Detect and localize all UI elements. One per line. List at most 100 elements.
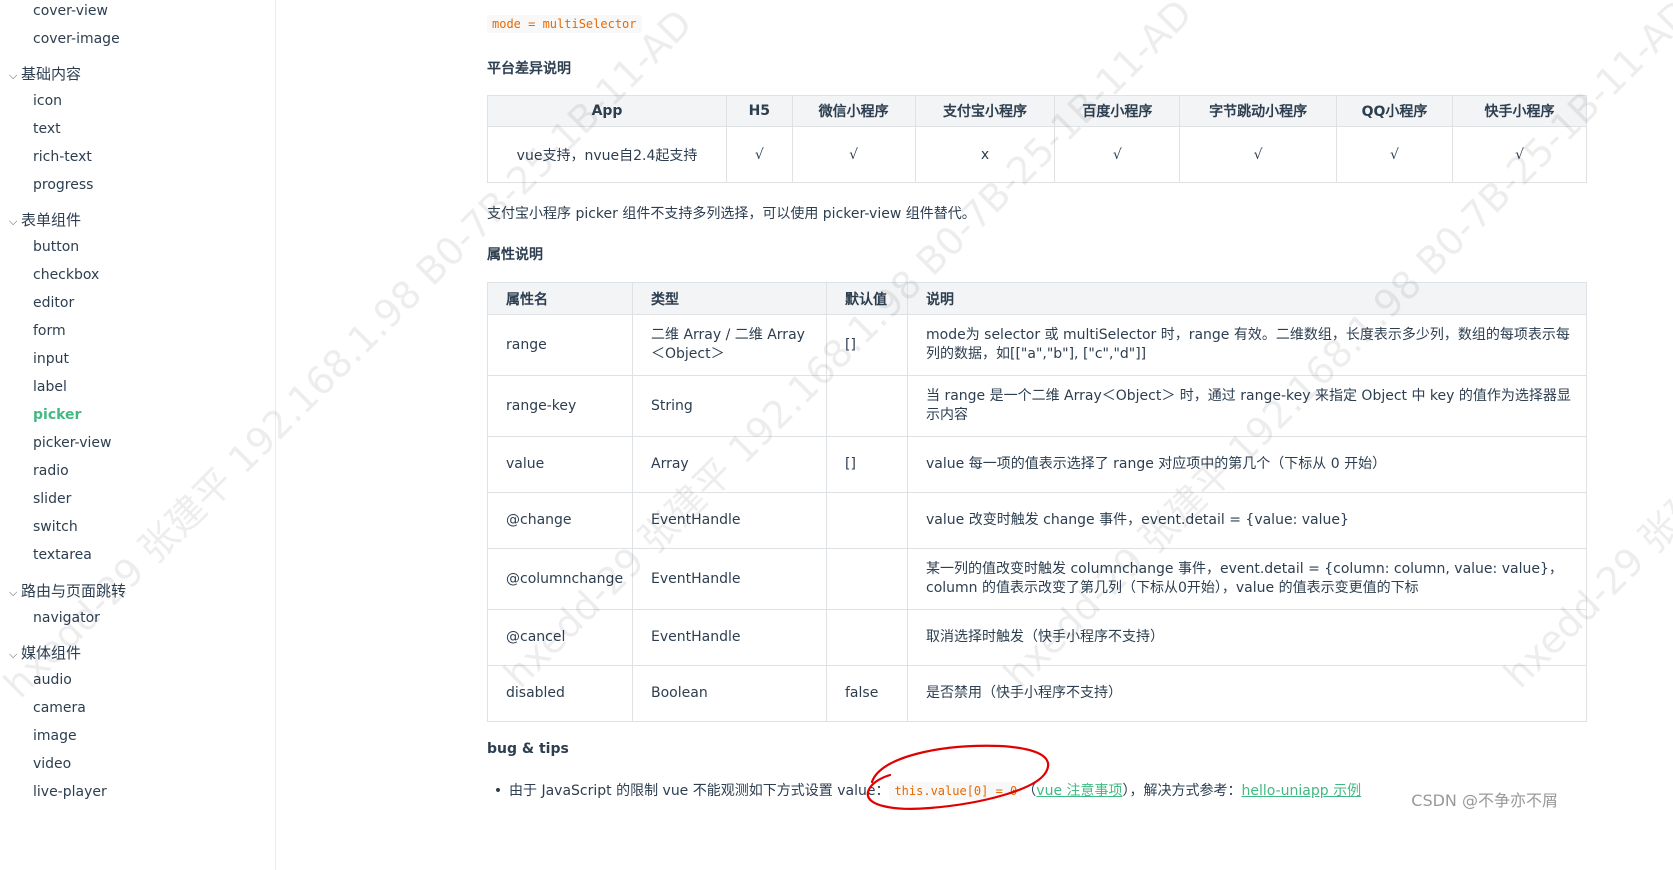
hello-uniapp-link[interactable]: hello-uniapp 示例: [1242, 783, 1362, 799]
sidebar-item-progress[interactable]: progress: [33, 177, 93, 193]
sidebar-item-editor[interactable]: editor: [33, 295, 74, 311]
main-content: mode = multiSelector 平台差异说明 App H5 微信小程序…: [486, 0, 1673, 870]
tips-heading: bug & tips: [487, 741, 569, 757]
sidebar-group-routing[interactable]: ⌵ 路由与页面跳转: [9, 580, 126, 601]
sidebar-item-video[interactable]: video: [33, 756, 71, 772]
sidebar-item-picker[interactable]: picker: [33, 407, 81, 423]
prop-type-cell: 二维 Array / 二维 Array＜Object＞: [632, 314, 827, 376]
sidebar-group-form-components[interactable]: ⌵ 表单组件: [9, 209, 81, 230]
sidebar-item-audio[interactable]: audio: [33, 672, 72, 688]
sidebar-item-label[interactable]: label: [33, 379, 67, 395]
platform-cell: √: [726, 126, 793, 183]
sidebar-item-textarea[interactable]: textarea: [33, 547, 92, 563]
table-row: @change EventHandle value 改变时触发 change 事…: [487, 492, 1587, 549]
sidebar-item-checkbox[interactable]: checkbox: [33, 267, 99, 283]
chevron-down-icon: ⌵: [9, 648, 18, 661]
sidebar-item-cover-view[interactable]: cover-view: [33, 3, 108, 19]
sidebar-group-label: 基础内容: [21, 65, 82, 83]
platform-cell: x: [914, 126, 1056, 183]
prop-name-cell: @change: [487, 492, 633, 549]
platform-header-cell: 支付宝小程序: [914, 95, 1056, 127]
sidebar-item-picker-view[interactable]: picker-view: [33, 435, 111, 451]
props-header-cell: 类型: [632, 282, 827, 315]
platform-table-row: vue支持，nvue自2.4起支持 √ √ x √ √ √ √: [486, 126, 1587, 183]
prop-type-cell: Array: [632, 436, 827, 493]
sidebar-item-cover-image[interactable]: cover-image: [33, 31, 120, 47]
prop-desc-cell: 取消选择时触发（快手小程序不支持）: [907, 609, 1587, 666]
prop-default-cell: []: [826, 436, 908, 493]
sidebar-group-media[interactable]: ⌵ 媒体组件: [9, 642, 81, 663]
props-heading: 属性说明: [487, 247, 543, 263]
platform-header-cell: H5: [726, 95, 793, 127]
prop-name-cell: range-key: [487, 375, 633, 437]
platform-header-cell: 字节跳动小程序: [1179, 95, 1337, 127]
chevron-down-icon: ⌵: [9, 586, 18, 599]
sidebar-item-input[interactable]: input: [33, 351, 69, 367]
props-header-cell: 默认值: [826, 282, 908, 315]
props-table-header: 属性名 类型 默认值 说明: [487, 282, 1587, 315]
chevron-down-icon: ⌵: [9, 69, 18, 82]
sidebar-item-slider[interactable]: slider: [33, 491, 71, 507]
platform-header-cell: QQ小程序: [1335, 95, 1454, 127]
props-header-cell: 说明: [907, 282, 1587, 315]
sidebar-item-rich-text[interactable]: rich-text: [33, 149, 92, 165]
vue-notes-link[interactable]: vue 注意事项: [1036, 783, 1122, 799]
bullet: •: [493, 783, 503, 799]
sidebar-item-text[interactable]: text: [33, 121, 61, 137]
table-row: range-key String 当 range 是一个二维 Array＜Obj…: [487, 375, 1587, 437]
table-row: value Array [] value 每一项的值表示选择了 range 对应…: [487, 436, 1587, 493]
mode-code: mode = multiSelector: [487, 15, 642, 33]
csdn-watermark-badge: CSDN @不争亦不屑: [1411, 791, 1558, 810]
props-header-cell: 属性名: [487, 282, 633, 315]
prop-type-cell: String: [632, 375, 827, 437]
prop-default-cell: [826, 375, 908, 437]
table-row: @columnchange EventHandle 某一列的值改变时触发 col…: [487, 548, 1587, 610]
prop-desc-cell: 当 range 是一个二维 Array＜Object＞ 时，通过 range-k…: [907, 375, 1587, 437]
prop-name-cell: @cancel: [487, 609, 633, 666]
prop-desc-cell: value 每一项的值表示选择了 range 对应项中的第几个（下标从 0 开始…: [907, 436, 1587, 493]
sidebar-item-live-player[interactable]: live-player: [33, 784, 107, 800]
tips-code: this.value[0] = 0: [889, 782, 1023, 800]
prop-desc-cell: 是否禁用（快手小程序不支持）: [907, 665, 1587, 722]
prop-default-cell: [826, 548, 908, 610]
table-row: @cancel EventHandle 取消选择时触发（快手小程序不支持）: [487, 609, 1587, 666]
sidebar-group-basic-content[interactable]: ⌵ 基础内容: [9, 63, 81, 84]
tips-item: • 由于 JavaScript 的限制 vue 不能观测如下方式设置 value：…: [487, 780, 1361, 800]
sidebar-item-icon[interactable]: icon: [33, 93, 62, 109]
prop-name-cell: range: [487, 314, 633, 376]
prop-type-cell: Boolean: [632, 665, 827, 722]
sidebar-item-button[interactable]: button: [33, 239, 79, 255]
platform-cell: vue支持，nvue自2.4起支持: [486, 126, 728, 183]
platform-cell: √: [1335, 126, 1454, 183]
table-row: range 二维 Array / 二维 Array＜Object＞ [] mod…: [487, 314, 1587, 376]
sidebar: cover-view cover-image ⌵ 基础内容 icon text r…: [0, 0, 276, 870]
prop-type-cell: EventHandle: [632, 492, 827, 549]
prop-desc-cell: 某一列的值改变时触发 columnchange 事件，event.detail …: [907, 548, 1587, 610]
sidebar-group-label: 路由与页面跳转: [21, 582, 127, 600]
sidebar-item-camera[interactable]: camera: [33, 700, 86, 716]
sidebar-item-image[interactable]: image: [33, 728, 77, 744]
platform-table: App H5 微信小程序 支付宝小程序 百度小程序 字节跳动小程序 QQ小程序 …: [486, 95, 1587, 183]
sidebar-item-radio[interactable]: radio: [33, 463, 69, 479]
alipay-note: 支付宝小程序 picker 组件不支持多列选择，可以使用 picker-view…: [487, 206, 976, 222]
tips-text: 由于 JavaScript 的限制 vue 不能观测如下方式设置 value：: [509, 783, 890, 799]
platform-cell: √: [791, 126, 916, 183]
sidebar-item-navigator[interactable]: navigator: [33, 610, 100, 626]
prop-desc-cell: value 改变时触发 change 事件，event.detail = {va…: [907, 492, 1587, 549]
platform-cell: √: [1452, 126, 1587, 183]
sidebar-item-form[interactable]: form: [33, 323, 66, 339]
prop-name-cell: @columnchange: [487, 548, 633, 610]
platform-header-cell: 百度小程序: [1054, 95, 1181, 127]
platform-table-header: App H5 微信小程序 支付宝小程序 百度小程序 字节跳动小程序 QQ小程序 …: [486, 95, 1587, 127]
chevron-down-icon: ⌵: [9, 215, 18, 228]
platform-header-cell: 快手小程序: [1452, 95, 1587, 127]
platform-heading: 平台差异说明: [487, 61, 571, 77]
prop-desc-cell: mode为 selector 或 multiSelector 时，range 有…: [907, 314, 1587, 376]
prop-name-cell: disabled: [487, 665, 633, 722]
sidebar-item-switch[interactable]: switch: [33, 519, 78, 535]
platform-cell: √: [1179, 126, 1337, 183]
platform-header-cell: 微信小程序: [791, 95, 916, 127]
table-row: disabled Boolean false 是否禁用（快手小程序不支持）: [487, 665, 1587, 722]
prop-default-cell: false: [826, 665, 908, 722]
tips-paren-close: ），解决方式参考：: [1122, 783, 1242, 799]
